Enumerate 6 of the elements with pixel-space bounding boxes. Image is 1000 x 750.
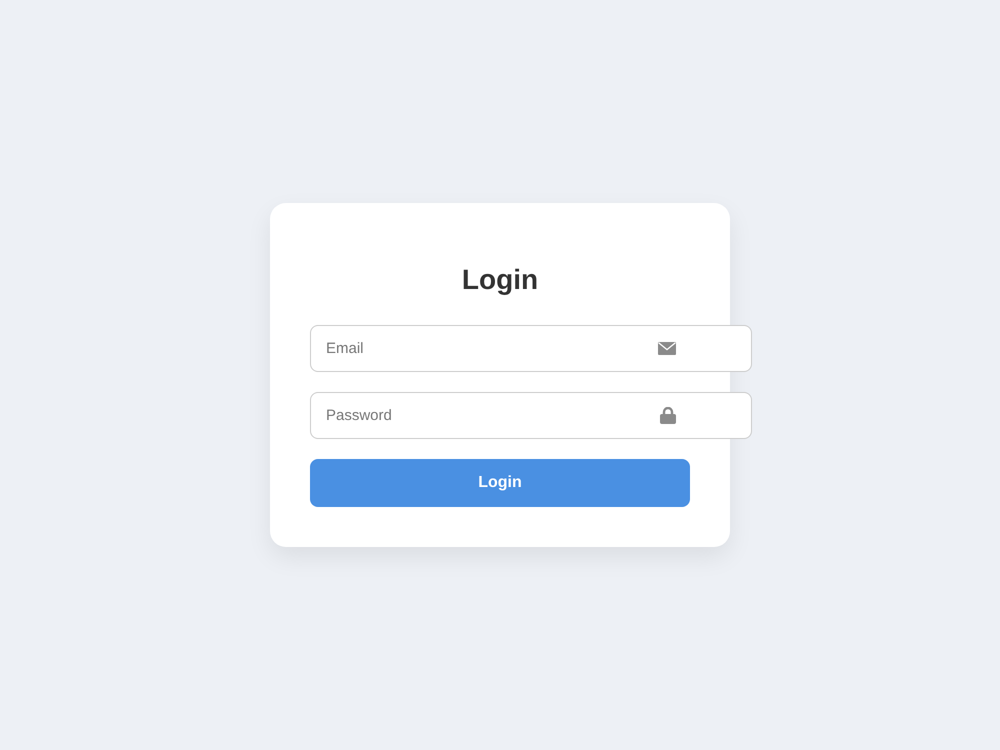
lock-icon: [660, 407, 676, 424]
input-field[interactable]: Email: [310, 325, 752, 372]
envelope-icon: [658, 342, 676, 355]
login-title: Login: [460, 264, 540, 296]
login-button[interactable]: Login: [310, 459, 690, 507]
input-field[interactable]: Password: [310, 392, 752, 439]
